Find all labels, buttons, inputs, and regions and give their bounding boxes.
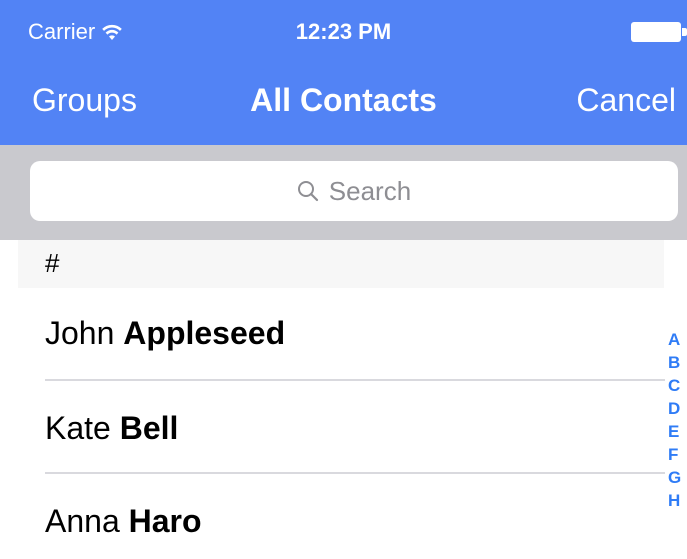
index-letter-f[interactable]: F xyxy=(668,443,687,466)
index-letter-e[interactable]: E xyxy=(668,420,687,443)
navigation-bar: Carrier 12:23 PM Groups All Contacts Can… xyxy=(0,0,687,145)
index-letter-c[interactable]: C xyxy=(668,374,687,397)
battery-tip xyxy=(682,28,687,36)
index-letter-a[interactable]: A xyxy=(668,328,687,351)
battery-icon xyxy=(631,22,681,42)
section-header: # xyxy=(18,240,664,288)
row-divider xyxy=(45,472,665,474)
search-icon xyxy=(297,180,319,202)
search-placeholder: Search xyxy=(328,175,412,206)
contact-row[interactable]: Anna Haro xyxy=(45,501,665,541)
index-letter-g[interactable]: G xyxy=(668,466,687,489)
contact-last-name: Haro xyxy=(128,503,202,539)
search-area: Search xyxy=(0,145,687,240)
section-header-label: # xyxy=(45,248,60,278)
row-divider xyxy=(45,379,665,381)
alphabet-index[interactable]: A B C D E F G H xyxy=(668,328,687,512)
contact-first-name: Kate xyxy=(45,410,111,446)
contact-first-name: Anna xyxy=(45,503,120,539)
contacts-screen: Carrier 12:23 PM Groups All Contacts Can… xyxy=(0,0,687,559)
index-letter-h[interactable]: H xyxy=(668,489,687,512)
contact-row[interactable]: John Appleseed xyxy=(45,313,665,353)
status-time: 12:23 PM xyxy=(295,19,392,44)
contact-first-name: John xyxy=(45,315,115,351)
contact-row[interactable]: Kate Bell xyxy=(45,408,665,448)
index-letter-b[interactable]: B xyxy=(668,351,687,374)
search-input[interactable]: Search xyxy=(30,161,678,221)
index-letter-d[interactable]: D xyxy=(668,397,687,420)
contact-last-name: Bell xyxy=(119,410,179,446)
contact-last-name: Appleseed xyxy=(123,315,286,351)
cancel-button[interactable]: Cancel xyxy=(576,80,676,120)
